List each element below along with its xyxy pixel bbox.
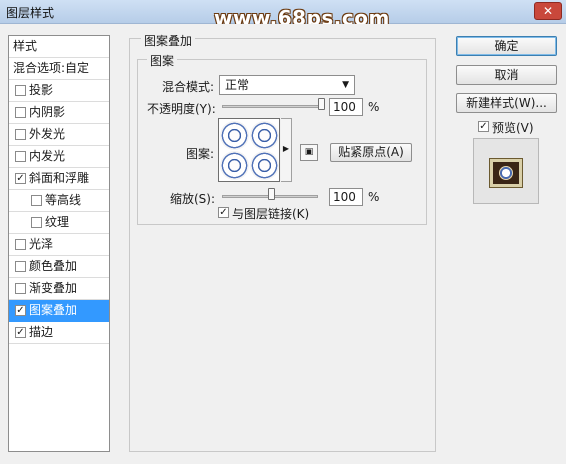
- sidebar-item-checkbox[interactable]: [15, 283, 26, 294]
- pattern-tile: [250, 121, 279, 150]
- sidebar-item[interactable]: 内阴影: [9, 102, 109, 124]
- sidebar-item-label: 内发光: [29, 149, 66, 163]
- cancel-button[interactable]: 取消: [456, 65, 557, 85]
- sidebar-item-checkbox[interactable]: ✓: [15, 173, 26, 184]
- scale-input[interactable]: 100: [329, 188, 363, 206]
- pattern-picker-arrow-icon[interactable]: ▶: [281, 118, 292, 182]
- close-button[interactable]: ✕: [534, 2, 562, 20]
- sidebar-item[interactable]: 外发光: [9, 124, 109, 146]
- scale-label: 缩放(S):: [170, 192, 216, 206]
- title-bar: 图层样式 www.68ps.com ✕: [0, 0, 566, 30]
- styles-header[interactable]: 样式: [9, 36, 109, 58]
- preview-swatch: [490, 159, 522, 187]
- styles-list: 样式 混合选项:自定 投影 内阴影 外发光 内发光 ✓ 斜面和浮雕 等高线 纹理 光泽 颜色叠加渐…: [8, 35, 110, 452]
- preview-label: 预览(V): [492, 121, 534, 135]
- sidebar-item-label: 投影: [29, 83, 54, 97]
- sidebar-item[interactable]: 光泽: [9, 234, 109, 256]
- sidebar-item-checkbox[interactable]: [31, 195, 42, 206]
- sidebar-item-checkbox[interactable]: [15, 239, 26, 250]
- sidebar-item-label: 外发光: [29, 127, 66, 141]
- sidebar-item[interactable]: ✓ 图案叠加: [9, 300, 109, 322]
- sidebar-item-label: 渐变叠加: [29, 281, 78, 295]
- snap-to-origin-button[interactable]: 贴紧原点(A): [330, 143, 412, 162]
- pattern-tile: [250, 151, 279, 180]
- pattern-label: 图案:: [186, 147, 215, 161]
- new-preset-icon[interactable]: ▣: [300, 144, 318, 161]
- sidebar-item-checkbox[interactable]: ✓: [15, 305, 26, 316]
- blend-mode-select[interactable]: 正常 ▼: [219, 75, 355, 95]
- scale-unit: %: [368, 190, 380, 204]
- sidebar-item-label: 光泽: [29, 237, 54, 251]
- sidebar-item-checkbox[interactable]: ✓: [15, 327, 26, 338]
- pattern-swatch[interactable]: [218, 118, 280, 182]
- sidebar-item-label: 纹理: [45, 215, 70, 229]
- preview-thumbnail: [473, 138, 539, 204]
- blend-mode-value: 正常: [225, 78, 250, 92]
- sidebar-item[interactable]: 纹理: [9, 212, 109, 234]
- sidebar-item-label: 等高线: [45, 193, 82, 207]
- sidebar-item-checkbox[interactable]: [15, 85, 26, 96]
- blend-options-item[interactable]: 混合选项:自定: [9, 58, 109, 80]
- opacity-input[interactable]: 100: [329, 98, 363, 116]
- sidebar-item[interactable]: ✓ 描边: [9, 322, 109, 344]
- sidebar-item-checkbox[interactable]: [15, 151, 26, 162]
- chevron-down-icon: ▼: [342, 80, 349, 90]
- window-title: 图层样式: [6, 6, 55, 20]
- sidebar-item-checkbox[interactable]: [15, 107, 26, 118]
- blend-mode-label: 混合模式:: [162, 80, 215, 94]
- sidebar-item-checkbox[interactable]: [15, 261, 26, 272]
- scale-slider-thumb[interactable]: [268, 188, 275, 200]
- pattern-tile: [220, 121, 249, 150]
- pattern-tile: [220, 151, 249, 180]
- sidebar-item-label: 描边: [29, 325, 54, 339]
- opacity-label: 不透明度(Y):: [147, 102, 216, 116]
- sidebar-item[interactable]: 内发光: [9, 146, 109, 168]
- opacity-slider-thumb[interactable]: [318, 98, 325, 110]
- blend-options-label: 混合选项:自定: [13, 61, 90, 75]
- sidebar-item[interactable]: ✓ 斜面和浮雕: [9, 168, 109, 190]
- sidebar-item-label: 内阴影: [29, 105, 66, 119]
- sidebar-item-label: 图案叠加: [29, 303, 78, 317]
- sidebar-item[interactable]: 渐变叠加: [9, 278, 109, 300]
- styles-header-label: 样式: [13, 39, 38, 53]
- opacity-unit: %: [368, 100, 380, 114]
- ok-button[interactable]: 确定: [456, 36, 557, 56]
- sidebar-item-label: 斜面和浮雕: [29, 171, 90, 185]
- opacity-slider-track[interactable]: [222, 105, 322, 108]
- sidebar-item[interactable]: 等高线: [9, 190, 109, 212]
- sidebar-item[interactable]: 投影: [9, 80, 109, 102]
- new-style-button[interactable]: 新建样式(W)...: [456, 93, 557, 113]
- sidebar-item[interactable]: 颜色叠加: [9, 256, 109, 278]
- group-title: 图案叠加: [141, 32, 196, 49]
- sidebar-item-label: 颜色叠加: [29, 259, 78, 273]
- section-title: 图案: [147, 52, 178, 69]
- preview-checkbox[interactable]: ✓: [478, 121, 489, 132]
- sidebar-item-checkbox[interactable]: [31, 217, 42, 228]
- link-with-layer-checkbox[interactable]: ✓: [218, 207, 229, 218]
- link-with-layer-label: 与图层链接(K): [232, 207, 310, 221]
- preview-pattern-dot: [499, 166, 513, 180]
- sidebar-item-checkbox[interactable]: [15, 129, 26, 140]
